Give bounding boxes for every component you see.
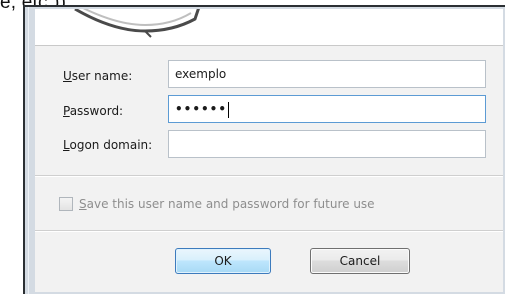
text-caret xyxy=(228,101,230,118)
domain-row: Logon domain: xyxy=(63,132,168,158)
domain-field[interactable] xyxy=(168,130,486,158)
password-row: Password: xyxy=(63,98,168,124)
password-label-mnemonic: P xyxy=(63,104,70,118)
username-label-text: ser name: xyxy=(71,69,133,83)
username-value: exemplo xyxy=(175,67,227,81)
ok-button[interactable]: OK xyxy=(175,248,271,274)
cancel-button[interactable]: Cancel xyxy=(310,248,410,274)
username-label-mnemonic: U xyxy=(63,69,72,83)
password-label-text: assword: xyxy=(69,104,124,118)
password-masked-value: •••••• xyxy=(175,102,228,116)
separator-bottom-highlight xyxy=(35,231,503,232)
remember-label-text: ave this user name and password for futu… xyxy=(86,197,375,211)
dialog-body: User name: exemplo Password: •••••• Logo… xyxy=(35,9,503,292)
username-field[interactable]: exemplo xyxy=(168,60,486,88)
remember-credentials-label: Save this user name and password for fut… xyxy=(79,197,375,211)
remember-label-mnemonic: S xyxy=(79,197,87,211)
dialog-banner xyxy=(35,9,503,46)
password-field[interactable]: •••••• xyxy=(168,95,486,123)
cancel-button-label: Cancel xyxy=(339,254,381,268)
username-label: User name: xyxy=(63,69,168,83)
screenshot: e, etc.)) User name: exemplo Password: •… xyxy=(0,0,505,294)
domain-label: Logon domain: xyxy=(63,138,168,152)
separator-top-highlight xyxy=(35,176,503,177)
username-row: User name: xyxy=(63,63,168,89)
password-label: Password: xyxy=(63,104,168,118)
ok-button-label: OK xyxy=(214,254,232,268)
remember-credentials-row: Save this user name and password for fut… xyxy=(59,197,375,211)
remember-credentials-checkbox[interactable] xyxy=(59,197,73,211)
domain-label-text: ogon domain: xyxy=(69,138,153,152)
logon-dialog-window: User name: exemplo Password: •••••• Logo… xyxy=(23,5,505,294)
keys-icon xyxy=(74,9,200,38)
